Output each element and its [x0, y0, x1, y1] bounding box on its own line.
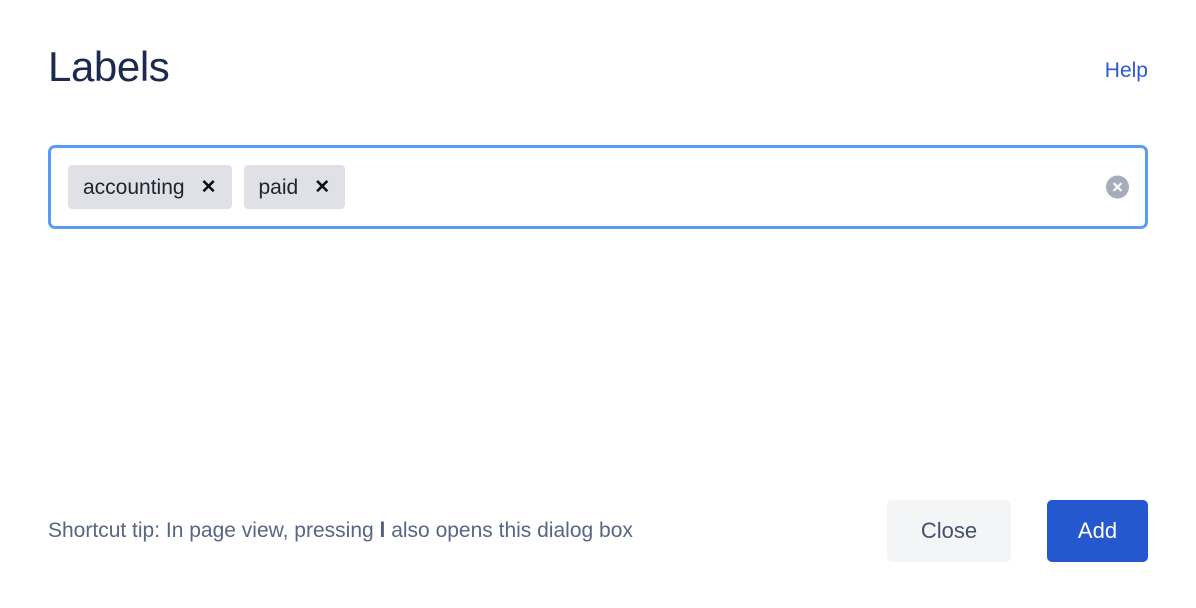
tag-label: accounting: [83, 175, 185, 199]
tag-chip[interactable]: accounting ✕: [68, 165, 232, 210]
clear-circle-icon[interactable]: [1106, 175, 1129, 199]
close-button[interactable]: Close: [887, 500, 1011, 562]
shortcut-tip-prefix: Shortcut tip: In page view, pressing: [48, 519, 380, 543]
dialog-footer: Shortcut tip: In page view, pressing l a…: [48, 500, 1148, 608]
footer-actions: Close Add: [887, 500, 1148, 562]
tag-remove-icon[interactable]: ✕: [312, 178, 332, 197]
page-title: Labels: [48, 43, 170, 90]
shortcut-tip: Shortcut tip: In page view, pressing l a…: [48, 518, 633, 543]
dialog-body: accounting ✕ paid ✕: [48, 89, 1148, 500]
shortcut-tip-suffix: also opens this dialog box: [385, 519, 633, 543]
tag-chip[interactable]: paid ✕: [243, 165, 346, 210]
labels-tag-input[interactable]: accounting ✕ paid ✕: [48, 145, 1148, 230]
tag-label: paid: [258, 175, 299, 199]
dialog-header: Labels Help: [48, 0, 1148, 90]
add-button[interactable]: Add: [1047, 500, 1148, 562]
help-link[interactable]: Help: [1105, 44, 1148, 81]
labels-dialog: Labels Help accounting ✕ paid ✕ Shortcut…: [0, 0, 1196, 608]
tag-remove-icon[interactable]: ✕: [199, 178, 219, 197]
